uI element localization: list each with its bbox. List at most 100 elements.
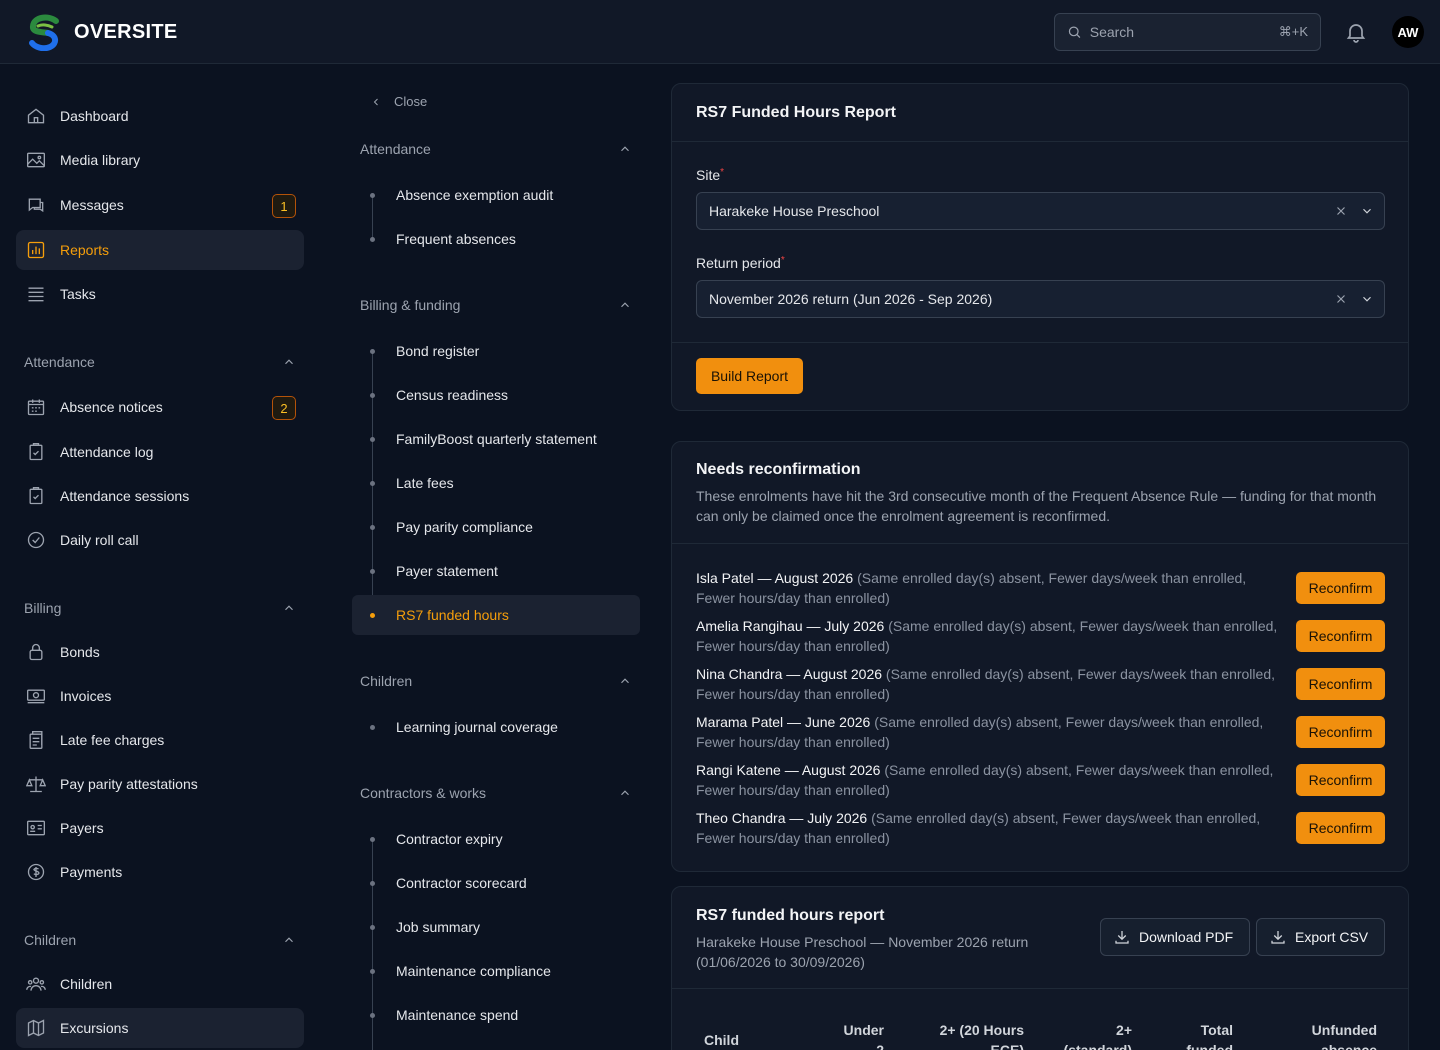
reconfirm-button[interactable]: Reconfirm — [1296, 620, 1385, 652]
nav-bonds[interactable]: Bonds — [16, 632, 304, 672]
bullet — [370, 193, 375, 198]
report-item[interactable]: Absence exemption audit — [352, 175, 640, 215]
list-icon — [26, 284, 46, 304]
section-children[interactable]: Children — [24, 930, 296, 950]
report-item[interactable]: Late fees — [352, 463, 640, 503]
report-item-active[interactable]: RS7 funded hours — [352, 595, 640, 635]
app-name: OVERSITE — [74, 20, 178, 43]
section-attendance[interactable]: Attendance — [24, 352, 296, 372]
reconfirm-title: Needs reconfirmation — [696, 461, 861, 478]
report-results-card: RS7 funded hours report Harakeke House P… — [671, 886, 1409, 1050]
nav-late-fee-charges[interactable]: Late fee charges — [16, 720, 304, 760]
report-list: Bond register Census readiness FamilyBoo… — [352, 331, 640, 639]
export-csv-label: Export CSV — [1295, 929, 1369, 945]
chart-icon — [26, 240, 46, 260]
close-button[interactable]: Close — [370, 94, 427, 109]
report-item[interactable]: Job summary — [352, 907, 640, 947]
bullet — [370, 525, 375, 530]
report-label: Maintenance compliance — [396, 963, 551, 979]
report-item[interactable]: Pay parity compliance — [352, 507, 640, 547]
chevron-down-icon[interactable] — [1360, 204, 1374, 218]
search-box[interactable]: ⌘+K — [1054, 13, 1321, 51]
divider — [672, 988, 1408, 989]
report-item[interactable]: Maintenance compliance — [352, 951, 640, 991]
report-list: Learning journal coverage — [352, 707, 640, 751]
reports-section-attendance[interactable]: Attendance — [360, 141, 632, 157]
nav-attendance-log[interactable]: Attendance log — [16, 432, 304, 472]
nav-daily-roll-call[interactable]: Daily roll call — [16, 520, 304, 560]
search-input[interactable] — [1089, 24, 1271, 40]
reconfirm-button[interactable]: Reconfirm — [1296, 668, 1385, 700]
nav-payers[interactable]: Payers — [16, 808, 304, 848]
chevron-left-icon — [373, 98, 378, 105]
nav-tasks[interactable]: Tasks — [16, 274, 304, 314]
app-logo[interactable]: OVERSITE — [26, 13, 178, 51]
nav-reports[interactable]: Reports — [16, 230, 304, 270]
build-report-button[interactable]: Build Report — [696, 358, 803, 394]
column-header-2plus-standard[interactable]: 2+ (standard) — [1050, 1020, 1132, 1050]
sidebar: Dashboard Media library Messages 1 Repor… — [0, 65, 320, 1050]
site-label-text: Site — [696, 167, 721, 183]
report-item[interactable]: Contractor expiry — [352, 819, 640, 859]
reports-section-children[interactable]: Children — [360, 673, 632, 689]
child-name: Isla Patel — August 2026 — [696, 570, 854, 586]
nav-children[interactable]: Children — [16, 964, 304, 1004]
export-csv-button[interactable]: Export CSV — [1256, 918, 1385, 956]
clear-icon[interactable] — [1334, 204, 1348, 218]
close-label: Close — [394, 94, 428, 109]
reports-section-billing-funding[interactable]: Billing & funding — [360, 297, 632, 313]
bullet — [370, 613, 375, 618]
nav-absence-notices[interactable]: Absence notices 2 — [16, 387, 304, 427]
report-item[interactable]: Bond register — [352, 331, 640, 371]
column-header-child[interactable]: Child — [704, 1030, 739, 1050]
section-billing[interactable]: Billing — [24, 598, 296, 618]
report-item[interactable]: FamilyBoost quarterly statement — [352, 419, 640, 459]
column-header-under-2[interactable]: Under 2 — [832, 1020, 884, 1050]
report-label: Job summary — [396, 919, 481, 935]
nav-label: Media library — [60, 152, 141, 168]
download-pdf-button[interactable]: Download PDF — [1100, 918, 1250, 956]
users-icon — [26, 974, 46, 994]
chevron-up-icon — [621, 790, 629, 796]
nav-label: Excursions — [60, 1020, 129, 1036]
report-item[interactable]: Contractor scorecard — [352, 863, 640, 903]
notifications-bell-icon[interactable] — [1344, 20, 1368, 47]
column-header-total-funded[interactable]: Total funded — [1176, 1020, 1233, 1050]
column-header-2plus-20-hours[interactable]: 2+ (20 Hours ECE) — [924, 1020, 1024, 1050]
reconfirm-row-text: Amelia Rangihau — July 2026 (Same enroll… — [696, 616, 1286, 656]
site-select[interactable]: Harakeke House Preschool — [696, 192, 1385, 230]
chevron-down-icon[interactable] — [1360, 292, 1374, 306]
nav-attendance-sessions[interactable]: Attendance sessions — [16, 476, 304, 516]
reconfirm-row: Marama Patel — June 2026 (Same enrolled … — [696, 712, 1385, 752]
return-period-select[interactable]: November 2026 return (Jun 2026 - Sep 202… — [696, 280, 1385, 318]
reconfirm-row-text: Nina Chandra — August 2026 (Same enrolle… — [696, 664, 1286, 704]
section-title: Attendance — [24, 354, 95, 370]
download-icon — [1115, 931, 1129, 944]
nav-media-library[interactable]: Media library — [16, 140, 304, 180]
reconfirm-button[interactable]: Reconfirm — [1296, 812, 1385, 844]
reconfirm-button[interactable]: Reconfirm — [1296, 716, 1385, 748]
report-item[interactable]: Learning journal coverage — [352, 707, 640, 747]
nav-pay-parity-attestations[interactable]: Pay parity attestations — [16, 764, 304, 804]
report-item[interactable]: Maintenance spend — [352, 995, 640, 1035]
child-name: Nina Chandra — August 2026 — [696, 666, 883, 682]
report-item[interactable]: Frequent absences — [352, 219, 640, 259]
nav-excursions[interactable]: Excursions — [16, 1008, 304, 1048]
nav-payments[interactable]: Payments — [16, 852, 304, 892]
period-value: November 2026 return (Jun 2026 - Sep 202… — [709, 291, 993, 307]
user-avatar[interactable]: AW — [1392, 16, 1424, 48]
nav-invoices[interactable]: Invoices — [16, 676, 304, 716]
reports-section-contractors-works[interactable]: Contractors & works — [360, 785, 632, 801]
image-icon — [26, 150, 46, 170]
home-icon — [26, 106, 46, 126]
dollar-circle-icon — [26, 862, 46, 882]
column-header-unfunded-absence[interactable]: Unfunded absence — [1300, 1020, 1377, 1050]
reconfirm-button[interactable]: Reconfirm — [1296, 764, 1385, 796]
report-item[interactable]: Payer statement — [352, 551, 640, 591]
clear-icon[interactable] — [1334, 292, 1348, 306]
reconfirm-button[interactable]: Reconfirm — [1296, 572, 1385, 604]
report-item[interactable]: Census readiness — [352, 375, 640, 415]
nav-messages[interactable]: Messages 1 — [16, 185, 304, 225]
nav-dashboard[interactable]: Dashboard — [16, 96, 304, 136]
report-subtitle: Harakeke House Preschool — November 2026… — [696, 934, 1029, 970]
